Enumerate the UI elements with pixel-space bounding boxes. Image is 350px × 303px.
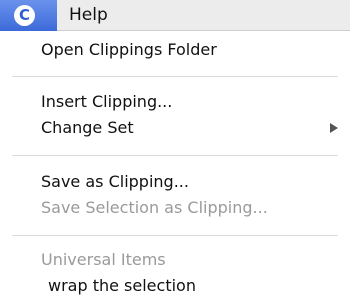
separator [12,155,338,156]
save-as-clipping-item[interactable]: Save as Clipping... [0,169,350,195]
save-as-clipping-label: Save as Clipping... [41,172,189,191]
insert-clipping-label: Insert Clipping... [41,92,173,111]
dropdown-menu: Open Clippings Folder Insert Clipping...… [0,31,350,303]
open-clippings-folder-item[interactable]: Open Clippings Folder [0,37,350,63]
save-selection-as-clipping-label: Save Selection as Clipping... [41,198,268,217]
app-menu-tab[interactable]: C [0,0,57,31]
insert-clipping-item[interactable]: Insert Clipping... [0,89,350,115]
change-set-item[interactable]: Change Set [0,115,350,141]
help-menu[interactable]: Help [69,5,108,25]
change-set-label: Change Set [41,118,134,137]
open-clippings-folder-label: Open Clippings Folder [41,40,217,59]
submenu-arrow-icon [330,123,338,133]
wrap-the-selection-label: wrap the selection [48,276,196,295]
separator [12,235,338,236]
save-selection-as-clipping-item: Save Selection as Clipping... [0,195,350,221]
separator [12,76,338,77]
menu-bar: C Help [0,0,350,31]
universal-items-label: Universal Items [41,250,166,269]
wrap-the-selection-item[interactable]: wrap the selection [0,273,350,299]
universal-items-header: Universal Items [0,247,350,273]
clippings-app-icon[interactable]: C [14,5,35,26]
